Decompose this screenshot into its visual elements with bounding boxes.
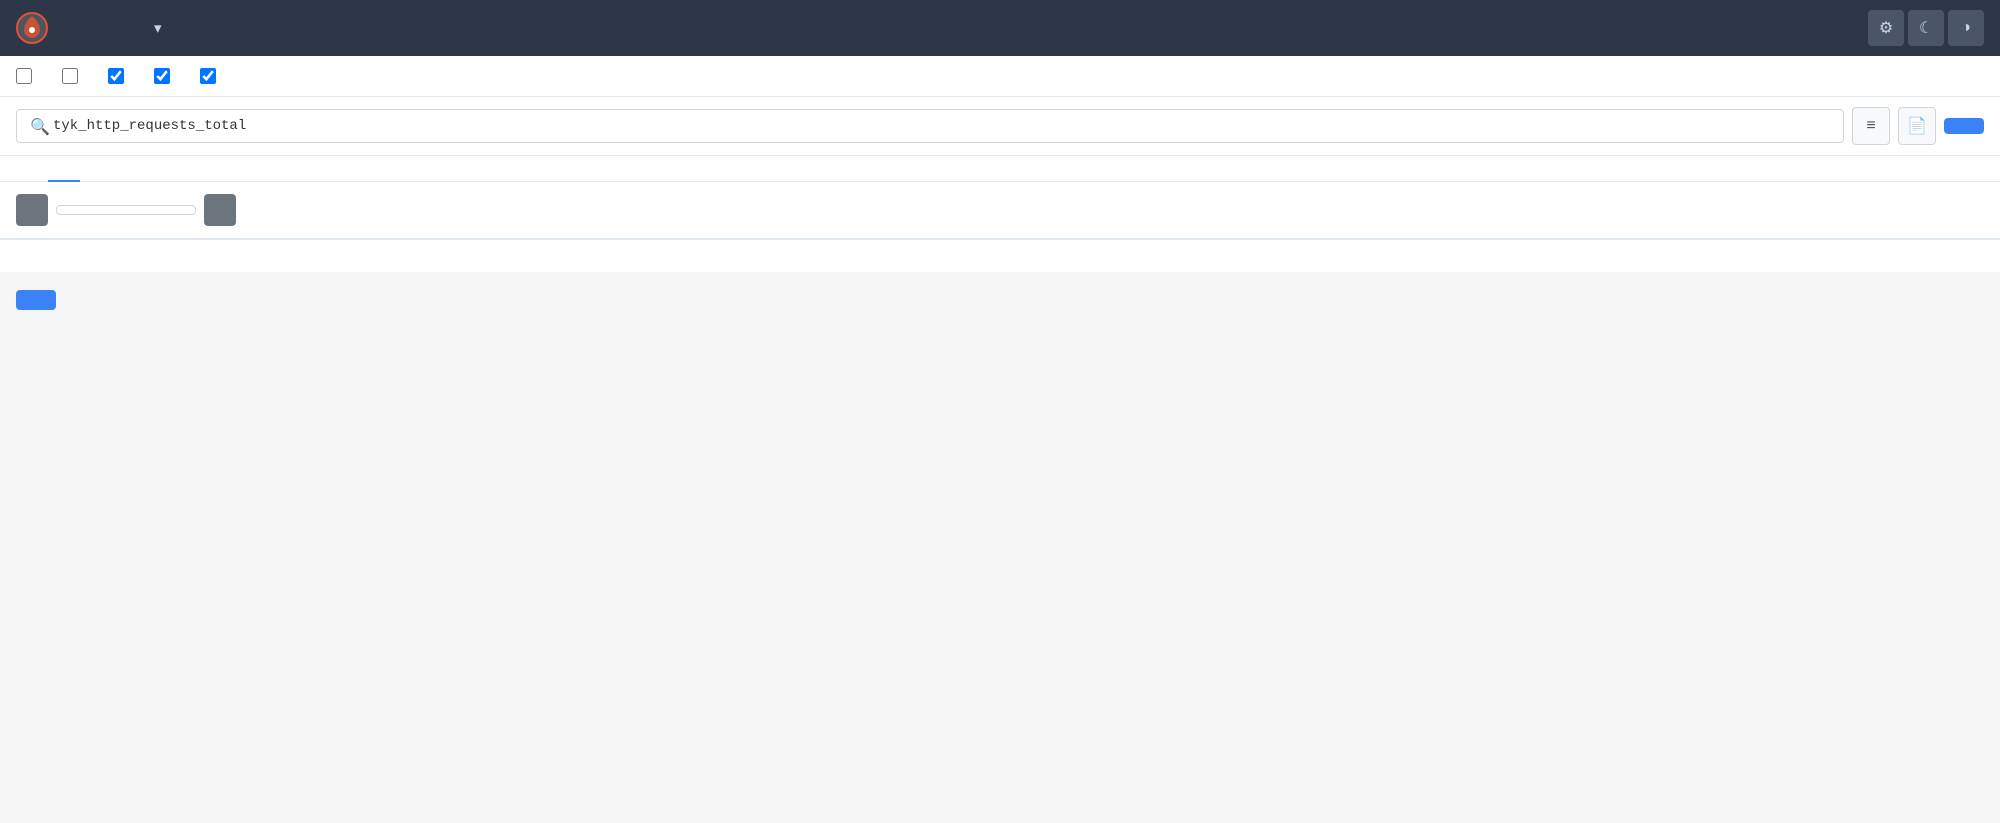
enable-query-history-input[interactable]	[62, 68, 78, 84]
enable-autocomplete-input[interactable]	[108, 68, 124, 84]
query-bar: 🔍 ≡ 📄	[0, 97, 2000, 156]
contrast-button[interactable]: ◑	[1948, 10, 1984, 46]
enable-query-history-checkbox[interactable]	[62, 68, 84, 84]
navbar-actions: ⚙ ☾ ◑	[1868, 10, 1984, 46]
settings-button[interactable]: ⚙	[1868, 10, 1904, 46]
remove-panel-button[interactable]	[1968, 252, 1984, 260]
nav-graph[interactable]	[110, 20, 134, 36]
eval-bar	[0, 182, 2000, 239]
metrics-explorer-button[interactable]: 📄	[1898, 107, 1936, 145]
nav-status-dropdown[interactable]: ▾	[138, 11, 174, 45]
enable-highlighting-input[interactable]	[154, 68, 170, 84]
search-icon: 🔍	[26, 117, 54, 136]
nav-alerts[interactable]	[82, 20, 106, 36]
main-content	[0, 156, 2000, 326]
enable-linter-checkbox[interactable]	[200, 68, 222, 84]
tabs-bar	[0, 156, 2000, 182]
panel	[0, 156, 2000, 272]
tab-table[interactable]	[16, 156, 48, 182]
eval-next-button[interactable]	[204, 194, 236, 226]
nav-items: ▾	[82, 11, 202, 45]
settings-bar	[0, 56, 2000, 97]
format-button[interactable]: ≡	[1852, 107, 1890, 145]
use-local-time-input[interactable]	[16, 68, 32, 84]
eval-prev-button[interactable]	[16, 194, 48, 226]
add-panel-bar	[0, 272, 2000, 326]
prometheus-logo	[16, 12, 48, 44]
brand-link[interactable]	[16, 12, 58, 44]
use-local-time-checkbox[interactable]	[16, 68, 38, 84]
enable-highlighting-checkbox[interactable]	[154, 68, 176, 84]
query-input[interactable]	[16, 109, 1844, 143]
query-input-wrap: 🔍	[16, 109, 1844, 143]
nav-help[interactable]	[178, 20, 202, 36]
enable-autocomplete-checkbox[interactable]	[108, 68, 130, 84]
panel-footer	[0, 239, 2000, 272]
eval-time-display	[56, 205, 196, 215]
execute-button[interactable]	[1944, 118, 1984, 134]
enable-linter-input[interactable]	[200, 68, 216, 84]
add-panel-button[interactable]	[16, 290, 56, 310]
chevron-down-icon: ▾	[154, 19, 162, 37]
tab-graph[interactable]	[48, 156, 80, 182]
dark-mode-button[interactable]: ☾	[1908, 10, 1944, 46]
navbar: ▾ ⚙ ☾ ◑	[0, 0, 2000, 56]
